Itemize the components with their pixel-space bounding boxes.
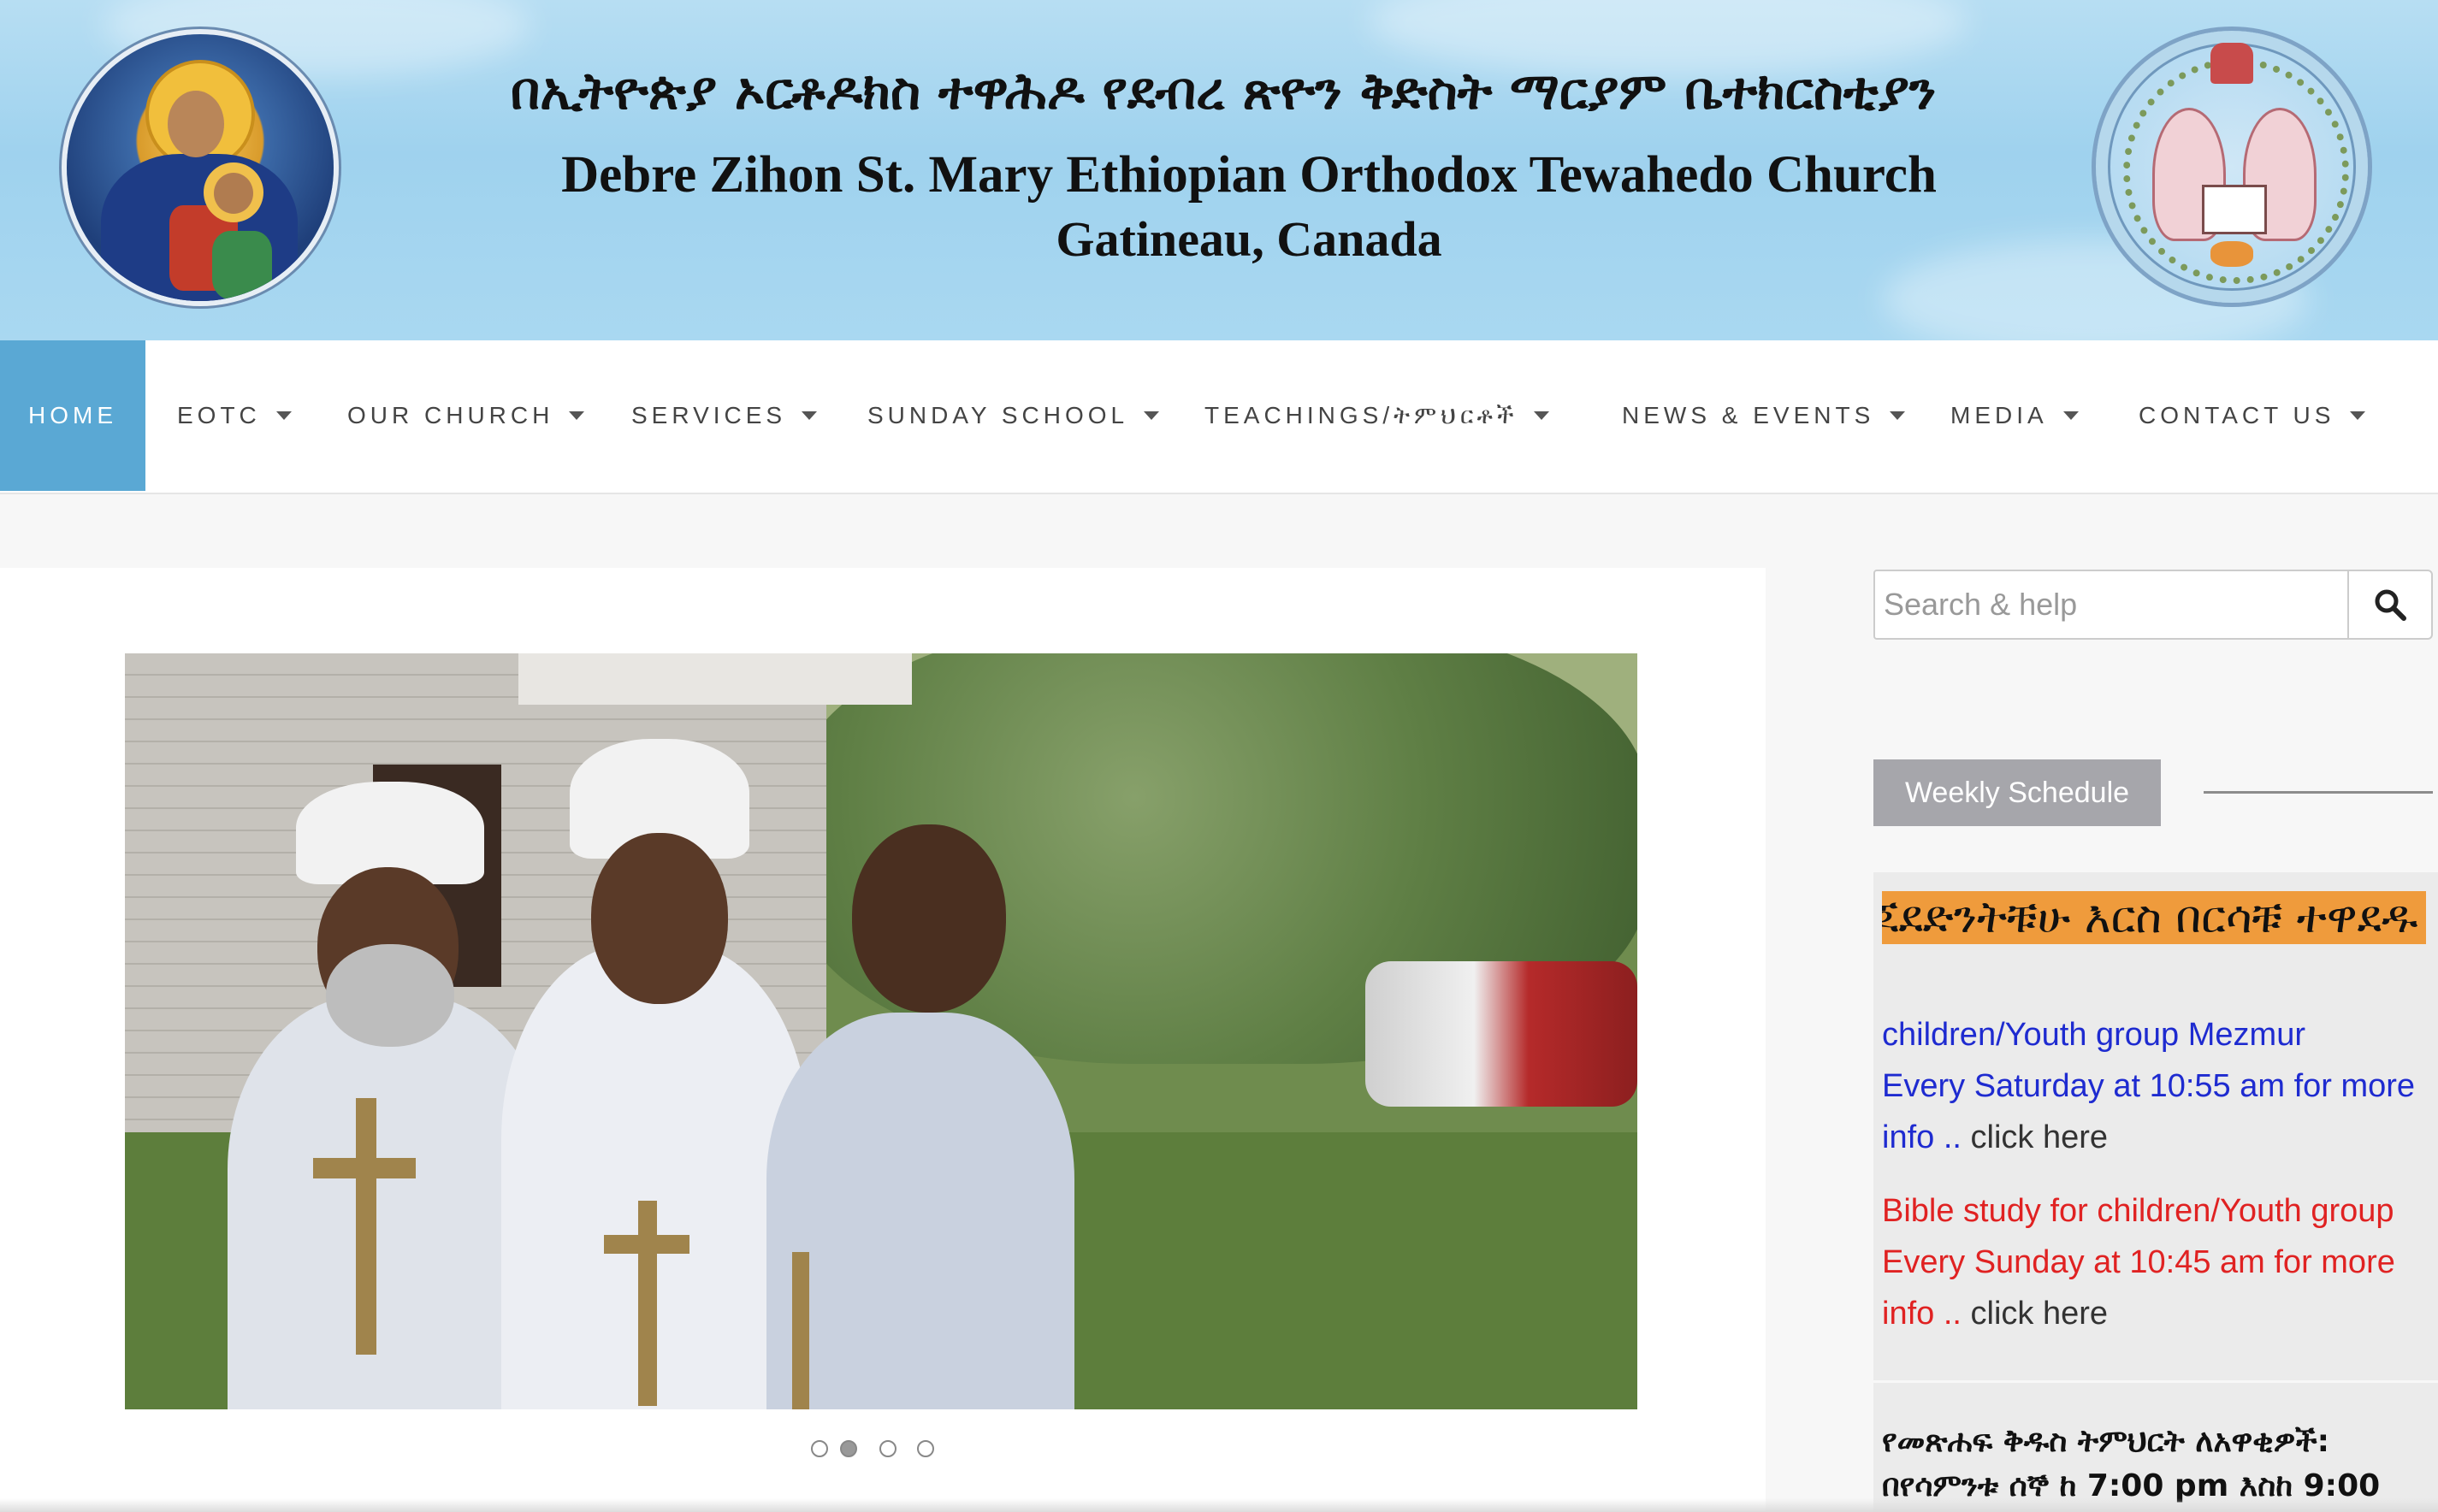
- nav-news-events-label: NEWS & EVENTS: [1622, 402, 1875, 428]
- chevron-down-icon: [1144, 411, 1160, 420]
- search-button[interactable]: [2347, 570, 2433, 640]
- site-title-amharic: በኢትዮጵያ ኦርቶዶክስ ተዋሕዶ የደብረ ጽዮን ቅድስት ማርያም ቤተ…: [510, 62, 1937, 121]
- click-here-link[interactable]: click here: [1971, 1296, 2109, 1332]
- nav-contact-us-label: CONTACT US: [2139, 402, 2335, 428]
- nav-sunday-school[interactable]: SUNDAY SCHOOL: [867, 340, 1160, 491]
- nav-eotc[interactable]: EOTC: [177, 340, 292, 491]
- virgin-mary-icon[interactable]: [67, 34, 334, 301]
- schedule-item-info: info ..: [1882, 1119, 1962, 1155]
- search-icon: [2375, 589, 2406, 621]
- nav-contact-us[interactable]: CONTACT US: [2139, 340, 2366, 491]
- schedule-item-title: Bible study for children/Youth group: [1882, 1193, 2394, 1229]
- header-banner: በኢትዮጵያ ኦርቶዶክስ ተዋሕዶ የደብረ ጽዮን ቅድስት ማርያም ቤተ…: [0, 0, 2438, 340]
- slider-pagination: [811, 1438, 934, 1461]
- image-slider[interactable]: [125, 653, 1637, 1409]
- church-seal-icon: [2096, 31, 2368, 303]
- widget-title-divider: [2204, 791, 2433, 794]
- chevron-down-icon: [569, 411, 585, 420]
- search-form: [1873, 570, 2433, 640]
- nav-home[interactable]: HOME: [0, 340, 145, 491]
- chevron-down-icon: [2062, 411, 2079, 420]
- click-here-link[interactable]: click here: [1971, 1119, 2109, 1155]
- slider-dot-3[interactable]: [879, 1440, 896, 1457]
- slider-dot-4[interactable]: [917, 1440, 934, 1457]
- scrolling-banner: ጆደድንትቹሁ እርስ በርሳቹ ተዋደዱ: [1882, 891, 2426, 944]
- chevron-down-icon: [1533, 411, 1549, 420]
- schedule-item-time: Every Saturday at 10:55 am for more: [1882, 1068, 2416, 1104]
- nav-media[interactable]: MEDIA: [1950, 340, 2079, 491]
- chevron-down-icon: [2350, 411, 2366, 420]
- schedule-item-info: info ..: [1882, 1296, 1962, 1332]
- schedule-item-time: Every Sunday at 10:45 am for more: [1882, 1244, 2395, 1280]
- chevron-down-icon: [275, 411, 292, 420]
- nav-services-label: SERVICES: [631, 402, 787, 428]
- nav-our-church[interactable]: OUR CHURCH: [347, 340, 585, 491]
- site-location: Gatineau, Canada: [1056, 211, 1442, 267]
- weekly-schedule-title: Weekly Schedule: [1873, 759, 2161, 826]
- chevron-down-icon: [1890, 411, 1906, 420]
- chevron-down-icon: [802, 411, 818, 420]
- adult-bible-study: የመጽሐፍ ቅዱስ ትምህርት ለአዋቂዎች: በየሳምንቱ ሰኞ ከ 7:00…: [1882, 1420, 2429, 1509]
- nav-our-church-label: OUR CHURCH: [347, 402, 554, 428]
- nav-home-label: HOME: [28, 402, 117, 428]
- nav-eotc-label: EOTC: [177, 402, 261, 428]
- nav-services[interactable]: SERVICES: [631, 340, 818, 491]
- nav-media-label: MEDIA: [1950, 402, 2048, 428]
- nav-sunday-school-label: SUNDAY SCHOOL: [867, 402, 1129, 428]
- nav-teachings-label: TEACHINGS/ትምህርቶች: [1204, 401, 1518, 428]
- schedule-item-bible-study: Bible study for children/Youth group Eve…: [1882, 1185, 2426, 1339]
- schedule-divider: [1873, 1380, 2438, 1383]
- site-title-english: Debre Zihon St. Mary Ethiopian Orthodox …: [561, 146, 1937, 204]
- slider-dot-2[interactable]: [840, 1440, 857, 1457]
- schedule-item-mezmur: children/Youth group Mezmur Every Saturd…: [1882, 1009, 2426, 1163]
- schedule-item-title: children/Youth group Mezmur: [1882, 1017, 2305, 1053]
- slider-dot-1[interactable]: [811, 1440, 828, 1457]
- nav-news-events[interactable]: NEWS & EVENTS: [1622, 340, 1906, 491]
- scrolling-banner-text: ጆደድንትቹሁ እርስ በርሳቹ ተዋደዱ: [1882, 892, 2418, 943]
- page-bottom-shadow: [0, 1498, 2438, 1512]
- main-nav: HOME EOTC OUR CHURCH SERVICES SUNDAY SCH…: [0, 340, 2438, 494]
- search-input[interactable]: [1873, 570, 2349, 640]
- nav-teachings[interactable]: TEACHINGS/ትምህርቶች: [1204, 340, 1549, 491]
- adult-bible-study-title: የመጽሐፍ ቅዱስ ትምህርት ለአዋቂዎች:: [1882, 1424, 2330, 1459]
